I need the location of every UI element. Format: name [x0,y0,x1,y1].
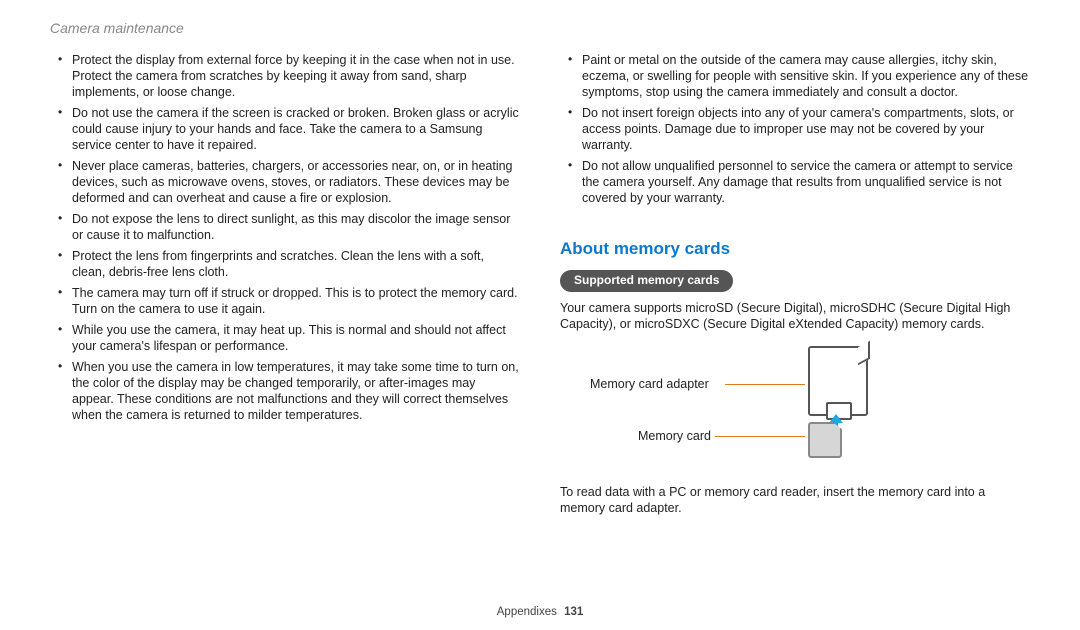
after-diagram-text: To read data with a PC or memory card re… [560,484,1030,516]
list-item: Paint or metal on the outside of the cam… [574,52,1030,100]
list-item: Do not allow unqualified personnel to se… [574,158,1030,206]
left-bullet-list: Protect the display from external force … [50,52,520,423]
manual-page: Camera maintenance Protect the display f… [0,0,1080,630]
list-item: Protect the display from external force … [64,52,520,100]
subheading-pill: Supported memory cards [560,270,733,292]
list-item: When you use the camera in low temperatu… [64,359,520,423]
page-footer: Appendixes 131 [0,605,1080,620]
list-item: Do not use the camera if the screen is c… [64,105,520,153]
list-item: Do not insert foreign objects into any o… [574,105,1030,153]
right-bullet-list: Paint or metal on the outside of the cam… [560,52,1030,206]
left-column: Protect the display from external force … [50,52,520,524]
page-number: 131 [564,606,583,618]
memory-card-diagram: Memory card adapter Memory card [590,340,1030,480]
callout-line-icon [725,384,805,385]
card-label: Memory card [638,428,711,444]
footer-section-label: Appendixes [497,606,557,618]
list-item: Protect the lens from fingerprints and s… [64,248,520,280]
sd-adapter-notch-icon [858,341,870,365]
section-header: Camera maintenance [50,20,1030,38]
list-item: Never place cameras, batteries, chargers… [64,158,520,206]
list-item: Do not expose the lens to direct sunligh… [64,211,520,243]
adapter-label: Memory card adapter [590,376,709,392]
list-item: The camera may turn off if struck or dro… [64,285,520,317]
list-item: While you use the camera, it may heat up… [64,322,520,354]
heading-about-memory-cards: About memory cards [560,238,1030,260]
micro-sd-icon [808,422,842,458]
supported-cards-text: Your camera supports microSD (Secure Dig… [560,300,1030,332]
two-column-layout: Protect the display from external force … [50,52,1030,524]
right-column: Paint or metal on the outside of the cam… [560,52,1030,524]
callout-line-icon [715,436,805,437]
